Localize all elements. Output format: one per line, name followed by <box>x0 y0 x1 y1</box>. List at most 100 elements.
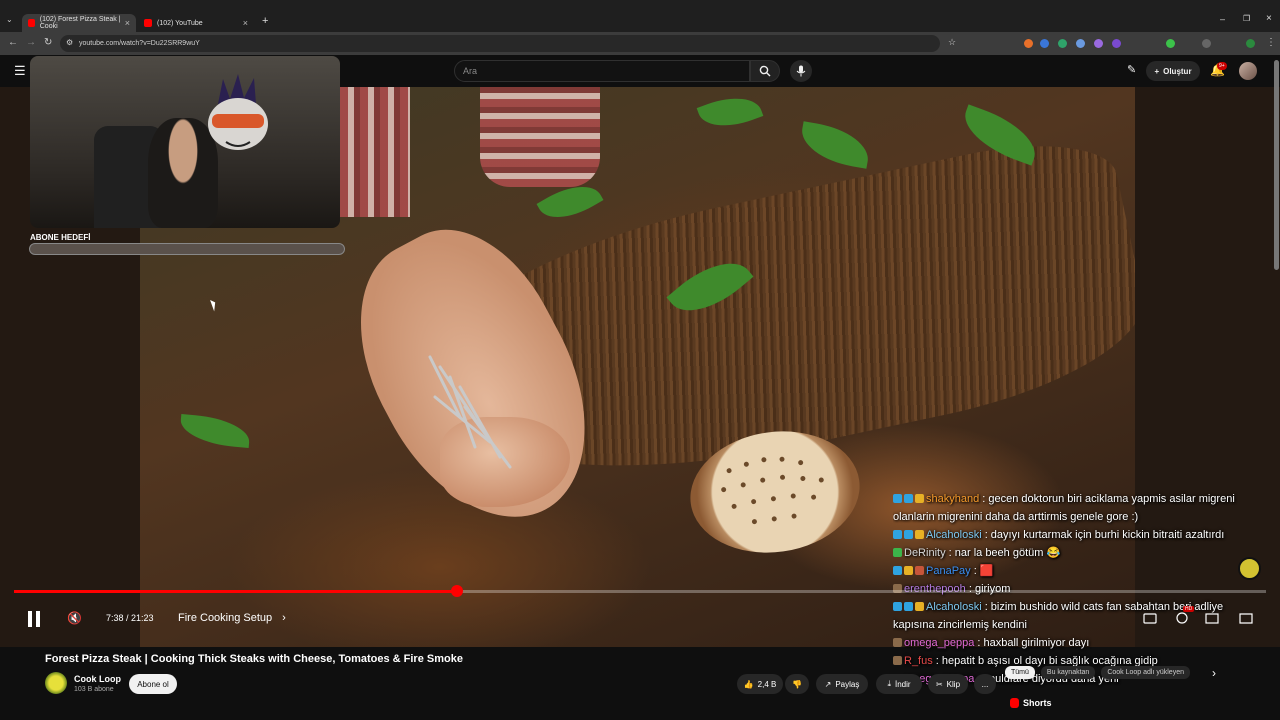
chat-badge-icon <box>904 494 913 503</box>
chat-badge-icon <box>904 530 913 539</box>
video-leaf <box>178 414 252 448</box>
clip-button[interactable]: ✂ Klip <box>928 674 968 694</box>
tab-label: (102) YouTube <box>157 19 203 27</box>
menu-hamburger-icon[interactable]: ☰ <box>14 63 26 79</box>
account-avatar[interactable] <box>1239 62 1257 80</box>
address-bar[interactable]: ⚙ youtube.com/watch?v=Du22SRR9wuY ☆ <box>60 35 956 52</box>
tab-close-icon[interactable]: × <box>125 18 130 28</box>
pause-icon[interactable] <box>26 610 42 628</box>
extension-icon[interactable] <box>1166 39 1175 48</box>
download-button[interactable]: ⤓ İndir <box>876 674 922 694</box>
share-label: Paylaş <box>835 679 860 689</box>
new-tab-icon[interactable]: + <box>262 15 268 27</box>
video-shirt <box>480 87 600 187</box>
url-text: youtube.com/watch?v=Du22SRR9wuY <box>79 40 200 47</box>
subscribe-button[interactable]: Abone ol <box>129 674 177 694</box>
more-actions-button[interactable]: ... <box>974 674 996 694</box>
chips-next-chevron-icon[interactable]: › <box>1212 666 1216 680</box>
browser-toolbar: ← → ↻ ⚙ youtube.com/watch?v=Du22SRR9wuY … <box>0 32 1280 55</box>
tab-close-icon[interactable]: × <box>243 18 248 28</box>
window-close-icon[interactable]: × <box>1266 13 1272 24</box>
chat-badge-icon <box>915 494 924 503</box>
subscriber-goal-bar <box>29 243 345 255</box>
chat-username: R_fus <box>904 655 933 667</box>
disk-hole <box>818 477 825 483</box>
chip-all[interactable]: Tümü <box>1005 665 1035 679</box>
share-icon: ↗ <box>824 679 832 689</box>
disk-hole <box>791 513 797 519</box>
chat-badge-icon <box>893 548 902 557</box>
chat-badge-icon <box>893 494 902 503</box>
search-placeholder: Ara <box>463 66 478 76</box>
channel-avatar[interactable] <box>45 672 67 694</box>
extension-icon[interactable] <box>1040 39 1049 48</box>
disk-hole <box>797 459 804 466</box>
tab-search-icon[interactable]: ⌄ <box>6 15 13 24</box>
extension-icon[interactable] <box>1112 39 1121 48</box>
disk-hole <box>731 503 737 510</box>
chat-username: Alcaholoski <box>926 601 982 613</box>
microphone-icon <box>796 65 806 77</box>
minimize-icon[interactable]: – <box>1220 14 1225 24</box>
extension-icon[interactable] <box>1058 39 1067 48</box>
browser-menu-icon[interactable]: ⋮ <box>1266 37 1276 48</box>
disk-hole <box>743 461 750 468</box>
chat-username: omega_peppa <box>904 637 975 649</box>
extension-icon[interactable] <box>1024 39 1033 48</box>
chat-badge-icon <box>893 566 902 575</box>
chat-message: shakyhand : gecen doktorun biri aciklama… <box>893 490 1263 526</box>
chat-message: Alcaholoski : dayıyı kurtarmak için burh… <box>893 526 1263 544</box>
disk-hole <box>751 518 758 525</box>
tab-youtube[interactable]: (102) YouTube × <box>138 14 254 32</box>
chip-from-source[interactable]: Bu kaynaktan <box>1040 665 1096 679</box>
disk-hole <box>750 498 757 505</box>
maximize-icon[interactable]: ❐ <box>1243 14 1250 23</box>
youtube-favicon-icon <box>144 19 152 27</box>
tab-forest-pizza[interactable]: (102) Forest Pizza Steak | Cooki × <box>22 14 136 32</box>
extensions-puzzle-icon[interactable] <box>1202 39 1211 48</box>
chat-badge-icon <box>904 566 913 575</box>
back-icon[interactable]: ← <box>8 37 18 48</box>
forward-icon[interactable]: → <box>26 37 36 48</box>
channel-watermark-icon[interactable] <box>1238 557 1261 580</box>
chat-text: : giriyom <box>965 583 1011 595</box>
mute-icon[interactable]: 🔇 <box>67 611 82 625</box>
chapter-title: Fire Cooking Setup <box>178 612 273 624</box>
disk-hole <box>770 495 777 502</box>
search-button[interactable] <box>750 60 780 82</box>
settings-gear-icon <box>1176 612 1188 624</box>
progress-scrubber-handle[interactable] <box>451 585 463 597</box>
disk-hole <box>726 467 732 474</box>
disk-hole <box>771 516 778 522</box>
live-chat-overlay: shakyhand : gecen doktorun biri aciklama… <box>893 490 1263 688</box>
create-button[interactable]: + Oluştur <box>1146 61 1200 81</box>
chip-uploader[interactable]: Cook Loop adlı yükleyen <box>1101 665 1190 679</box>
dislike-button[interactable]: 👎 <box>785 674 809 694</box>
like-button[interactable]: 👍 2,4 B <box>737 674 783 694</box>
notifications-badge: 9+ <box>1217 62 1227 70</box>
extension-icon[interactable] <box>1076 39 1085 48</box>
youtube-favicon-icon <box>28 19 35 27</box>
disk-hole <box>720 486 727 493</box>
search-input[interactable]: Ara <box>454 60 750 82</box>
cast-icon[interactable]: ✎ <box>1127 63 1136 76</box>
voice-search-button[interactable] <box>790 60 812 82</box>
reload-icon[interactable]: ↻ <box>44 37 52 48</box>
player-settings-cluster <box>1143 612 1253 624</box>
chapter-button[interactable]: Fire Cooking Setup › <box>170 606 294 630</box>
chat-badge-icon <box>915 530 924 539</box>
profile-icon[interactable] <box>1246 39 1255 48</box>
site-info-icon[interactable]: ⚙ <box>66 38 73 47</box>
create-label: Oluştur <box>1163 66 1192 76</box>
like-count: 2,4 B <box>757 679 777 689</box>
share-button[interactable]: ↗ Paylaş <box>816 674 868 694</box>
chat-badge-icon <box>893 530 902 539</box>
bookmark-star-icon[interactable]: ☆ <box>948 37 956 48</box>
chat-username: Alcaholoski <box>926 529 982 541</box>
channel-name[interactable]: Cook Loop <box>74 674 121 684</box>
extension-icon[interactable] <box>1094 39 1103 48</box>
page-scrollbar[interactable] <box>1274 60 1279 270</box>
subscriber-count: 103 B abone <box>74 686 114 693</box>
chat-badge-icon <box>893 656 902 665</box>
chat-username: shakyhand <box>926 493 980 505</box>
